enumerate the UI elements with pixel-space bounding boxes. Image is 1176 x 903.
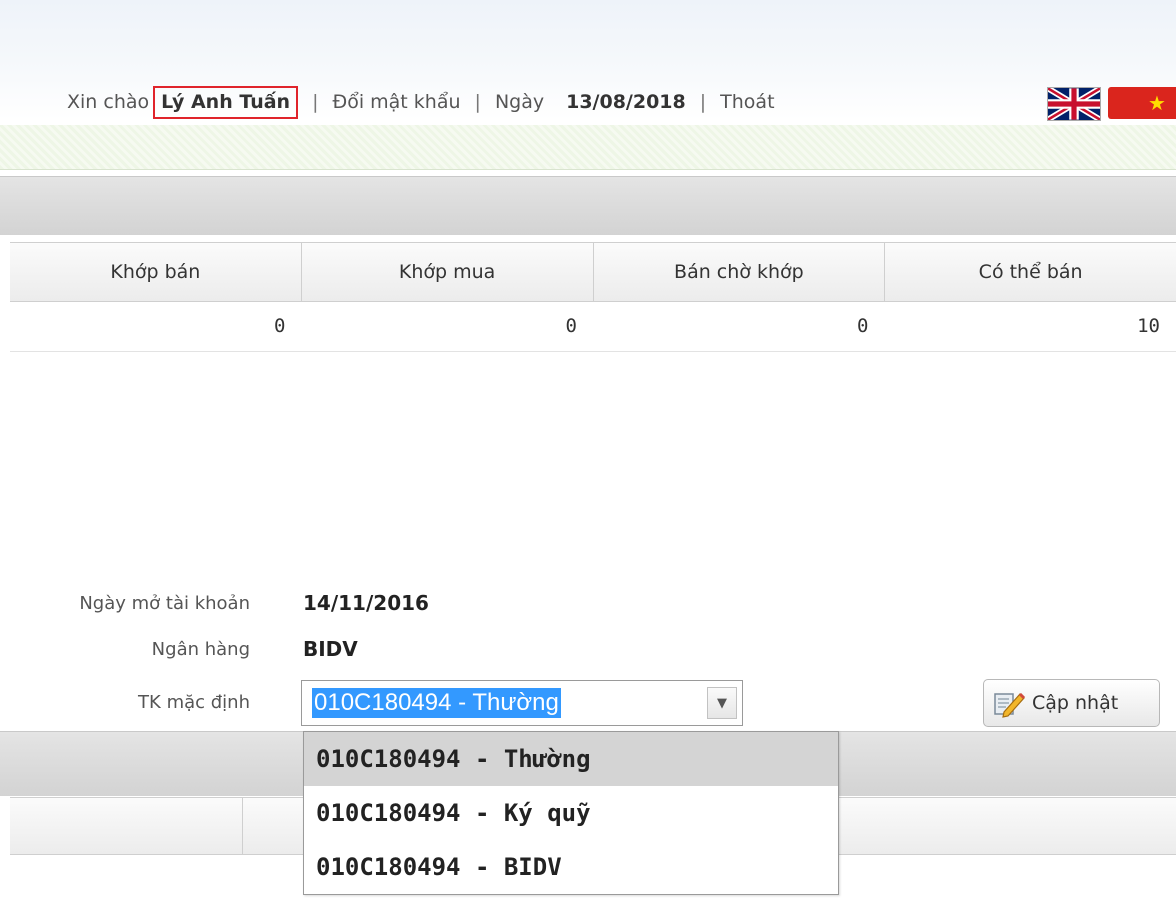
update-button[interactable]: Cập nhật bbox=[983, 679, 1160, 727]
column-header: Khớp mua bbox=[302, 243, 594, 301]
table-cell: 0 bbox=[565, 315, 577, 337]
greeting-text: Xin chào bbox=[67, 91, 150, 113]
edit-pencil-icon bbox=[994, 692, 1026, 718]
separator: | bbox=[699, 91, 707, 113]
default-account-select[interactable]: 010C180494 - Thường ▼ bbox=[301, 680, 743, 726]
account-dropdown-list[interactable]: 010C180494 - Thường 010C180494 - Ký quỹ … bbox=[303, 731, 839, 895]
selected-account-value[interactable]: 010C180494 - Thường bbox=[312, 688, 561, 718]
stock-table-header: Khớp bán Khớp mua Bán chờ khớp Có thể bá… bbox=[10, 242, 1176, 302]
section-bar bbox=[0, 176, 1176, 235]
open-date-value: 14/11/2016 bbox=[303, 591, 429, 615]
column-divider bbox=[242, 798, 243, 854]
vietnamese-flag-icon[interactable]: ★ bbox=[1108, 87, 1176, 119]
bank-label: Ngân hàng bbox=[151, 639, 250, 660]
update-button-label: Cập nhật bbox=[1032, 692, 1119, 714]
header-stripe bbox=[0, 125, 1176, 170]
date-value: 13/08/2018 bbox=[566, 91, 686, 113]
separator: | bbox=[474, 91, 481, 113]
open-date-label: Ngày mở tài khoản bbox=[79, 593, 250, 614]
table-cell: 10 bbox=[1137, 315, 1160, 337]
column-header: Bán chờ khớp bbox=[594, 243, 886, 301]
dropdown-option[interactable]: 010C180494 - Ký quỹ bbox=[304, 786, 838, 840]
change-password-link[interactable]: Đổi mật khẩu bbox=[332, 91, 460, 113]
bank-value: BIDV bbox=[303, 637, 358, 661]
logout-link[interactable]: Thoát bbox=[720, 91, 774, 113]
dropdown-option[interactable]: 010C180494 - Thường bbox=[304, 732, 838, 786]
english-flag-icon[interactable] bbox=[1047, 87, 1101, 121]
column-header: Có thể bán bbox=[978, 261, 1083, 283]
chevron-down-icon[interactable]: ▼ bbox=[707, 687, 737, 719]
user-bar: Xin chào Lý Anh Tuấn | Đổi mật khẩu | Ng… bbox=[67, 84, 775, 120]
star-icon: ★ bbox=[1148, 91, 1166, 115]
table-row: 0 0 0 10 bbox=[10, 301, 1176, 352]
date-label: Ngày bbox=[494, 91, 545, 113]
column-header: Khớp bán bbox=[10, 243, 302, 301]
separator: | bbox=[312, 91, 319, 113]
table-cell: 0 bbox=[857, 315, 869, 337]
table-cell: 0 bbox=[274, 315, 286, 337]
dropdown-option[interactable]: 010C180494 - BIDV bbox=[304, 840, 838, 894]
default-account-label: TK mặc định bbox=[138, 692, 250, 713]
user-name[interactable]: Lý Anh Tuấn bbox=[153, 85, 299, 119]
